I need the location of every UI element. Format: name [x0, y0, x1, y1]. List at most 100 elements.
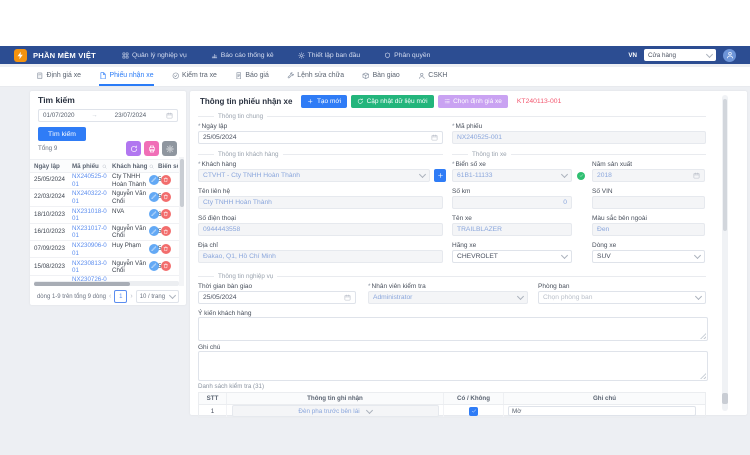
table-row[interactable]: 25/05/2024 NX240525-001 Cty TNHH Hoàn Th… — [30, 171, 179, 189]
date-range-input[interactable]: 01/07/2020 → 23/07/2024 — [38, 109, 178, 122]
wrench-icon — [287, 72, 295, 80]
search-icon[interactable] — [149, 164, 154, 169]
dong-xe-select[interactable]: SUV — [592, 250, 705, 263]
chevron-down-icon — [419, 171, 426, 178]
edit-button[interactable] — [149, 244, 159, 254]
resize-handle-icon[interactable] — [700, 333, 706, 339]
nav-item-permissions[interactable]: Phân quyền — [384, 52, 430, 59]
grid-icon — [122, 52, 129, 59]
row-code[interactable]: NX231018-001 — [72, 208, 109, 223]
user-avatar[interactable] — [723, 49, 736, 62]
edit-button[interactable] — [149, 261, 159, 271]
row-code[interactable]: NX230813-001 — [72, 260, 109, 275]
scrollbar-thumb[interactable] — [723, 99, 727, 231]
brand-name: PHẦN MỀM VIỆT — [33, 51, 96, 60]
phong-ban-select[interactable]: Chọn phòng ban — [538, 291, 706, 304]
col-header-info: Thông tin ghi nhận — [227, 393, 444, 404]
khach-hang-select[interactable]: CTVHT - Cty TNHH Hoàn Thành — [198, 169, 430, 182]
print-button[interactable] — [144, 141, 159, 156]
detail-header: Thông tin phiếu nhận xe Tạo mới Cập nhật… — [200, 95, 727, 108]
table-row[interactable]: 18/10/2023 NX231018-001 NVA 65A — [30, 206, 179, 224]
choose-valuation-button[interactable]: Chọn định giá xe — [438, 95, 508, 108]
tab-ban-giao[interactable]: Bàn giao — [362, 67, 400, 86]
prev-page-button[interactable]: ‹ — [109, 293, 111, 300]
delete-button[interactable] — [161, 261, 171, 271]
edit-button[interactable] — [149, 175, 159, 185]
create-button[interactable]: Tạo mới — [301, 95, 347, 108]
nav-item-label: Phân quyền — [394, 52, 430, 59]
update-button[interactable]: Cập nhật dữ liệu mới — [351, 95, 434, 108]
hang-xe-select[interactable]: CHEVROLET — [452, 250, 572, 263]
next-page-button[interactable]: › — [130, 293, 132, 300]
scrollbar-down-button[interactable] — [722, 393, 728, 404]
delete-button[interactable] — [161, 209, 171, 219]
tab-phieu-nhan-xe[interactable]: Phiếu nhận xe — [99, 67, 154, 86]
edit-button[interactable] — [149, 192, 159, 202]
tab-lenh-sua-chua[interactable]: Lệnh sửa chữa — [287, 67, 344, 86]
table-row[interactable]: 16/10/2023 NX231017-001 Nguyễn Văn Chổi … — [30, 223, 179, 241]
edit-button[interactable] — [149, 226, 159, 236]
nav-item-reports[interactable]: Báo cáo thống kê — [211, 52, 274, 59]
tab-cskh[interactable]: CSKH — [418, 67, 448, 86]
store-select[interactable]: Cửa hàng — [644, 49, 716, 61]
row-code[interactable]: NX230906-001 — [72, 242, 109, 257]
thoi-gian-ban-giao-input[interactable]: 25/05/2024 — [198, 291, 356, 304]
chevron-down-icon — [561, 252, 568, 259]
panel-scrollbar[interactable] — [722, 95, 728, 411]
tab-label: Phiếu nhận xe — [109, 72, 153, 79]
language-switch[interactable]: VN — [628, 52, 637, 59]
settings-button[interactable] — [162, 141, 177, 156]
tab-dinh-gia-xe[interactable]: Định giá xe — [36, 67, 81, 86]
yes-no-checkbox[interactable] — [469, 407, 478, 416]
tab-kiem-tra-xe[interactable]: Kiểm tra xe — [172, 67, 217, 86]
nav-item-business[interactable]: Quản lý nghiệp vụ — [122, 52, 187, 59]
page-size-select[interactable]: 10 / trang — [136, 290, 179, 303]
delete-button[interactable] — [161, 226, 171, 236]
current-page[interactable]: 1 — [114, 290, 127, 303]
note-input[interactable]: Mờ — [508, 406, 696, 416]
row-code[interactable]: NX240525-001 — [72, 173, 109, 188]
table-row[interactable]: 07/09/2023 NX230906-001 Huy Phạm 51A — [30, 240, 179, 258]
ngay-lap-input[interactable]: 25/05/2024 — [198, 131, 443, 144]
update-button-label: Cập nhật dữ liệu mới — [367, 98, 428, 105]
pencil-icon — [151, 229, 157, 235]
col-header-date: Ngày lập — [34, 163, 72, 170]
chevron-down-icon — [517, 293, 524, 300]
horizontal-scrollbar[interactable] — [34, 281, 179, 286]
table-row-partial[interactable]: NX230726-001 — [30, 275, 179, 281]
row-code[interactable]: NX231017-001 — [72, 225, 109, 240]
delete-button[interactable] — [161, 175, 171, 185]
scrollbar-thumb[interactable] — [180, 159, 184, 207]
row-date: 25/05/2024 — [34, 176, 72, 183]
plus-icon — [437, 172, 444, 179]
pencil-icon — [151, 263, 157, 269]
total-count-label: Tổng 9 — [38, 145, 57, 152]
search-button[interactable]: Tìm kiếm — [38, 127, 86, 141]
browser-top-strip — [0, 0, 750, 47]
resize-handle-icon[interactable] — [700, 373, 706, 379]
ghi-chu-textarea[interactable] — [198, 351, 708, 381]
edit-button[interactable] — [149, 209, 159, 219]
tab-bao-gia[interactable]: Báo giá — [235, 67, 269, 86]
add-customer-button[interactable] — [434, 169, 446, 182]
delete-button[interactable] — [161, 192, 171, 202]
ten-lien-he-input: Cty TNHH Hoàn Thành — [198, 196, 443, 209]
delete-button[interactable] — [161, 244, 171, 254]
table-row[interactable]: 15/08/2023 NX230813-001 Nguyễn Văn Chổi … — [30, 258, 179, 276]
calendar-icon — [431, 134, 438, 141]
refresh-button[interactable] — [126, 141, 141, 156]
row-code[interactable]: NX240322-001 — [72, 190, 109, 205]
scrollbar-thumb[interactable] — [34, 282, 130, 286]
gear-icon — [298, 52, 305, 59]
trash-icon — [163, 211, 169, 217]
field-label: Số VIN — [592, 188, 613, 195]
nav-item-setup[interactable]: Thiết lập ban đầu — [298, 52, 361, 59]
search-icon[interactable] — [102, 164, 107, 169]
nam-san-xuat-value: 2018 — [597, 172, 690, 179]
checklist-header: STT Thông tin ghi nhận Có / Không Ghi ch… — [199, 393, 705, 405]
vertical-scrollbar[interactable] — [179, 157, 184, 286]
checklist-item-select[interactable]: Đèn pha trước bên lái — [232, 405, 439, 417]
bien-so-select[interactable]: 61B1-11133 — [452, 169, 572, 182]
table-row[interactable]: 22/03/2024 NX240322-001 Nguyễn Văn Chổi … — [30, 188, 179, 206]
y-kien-textarea[interactable] — [198, 317, 708, 341]
